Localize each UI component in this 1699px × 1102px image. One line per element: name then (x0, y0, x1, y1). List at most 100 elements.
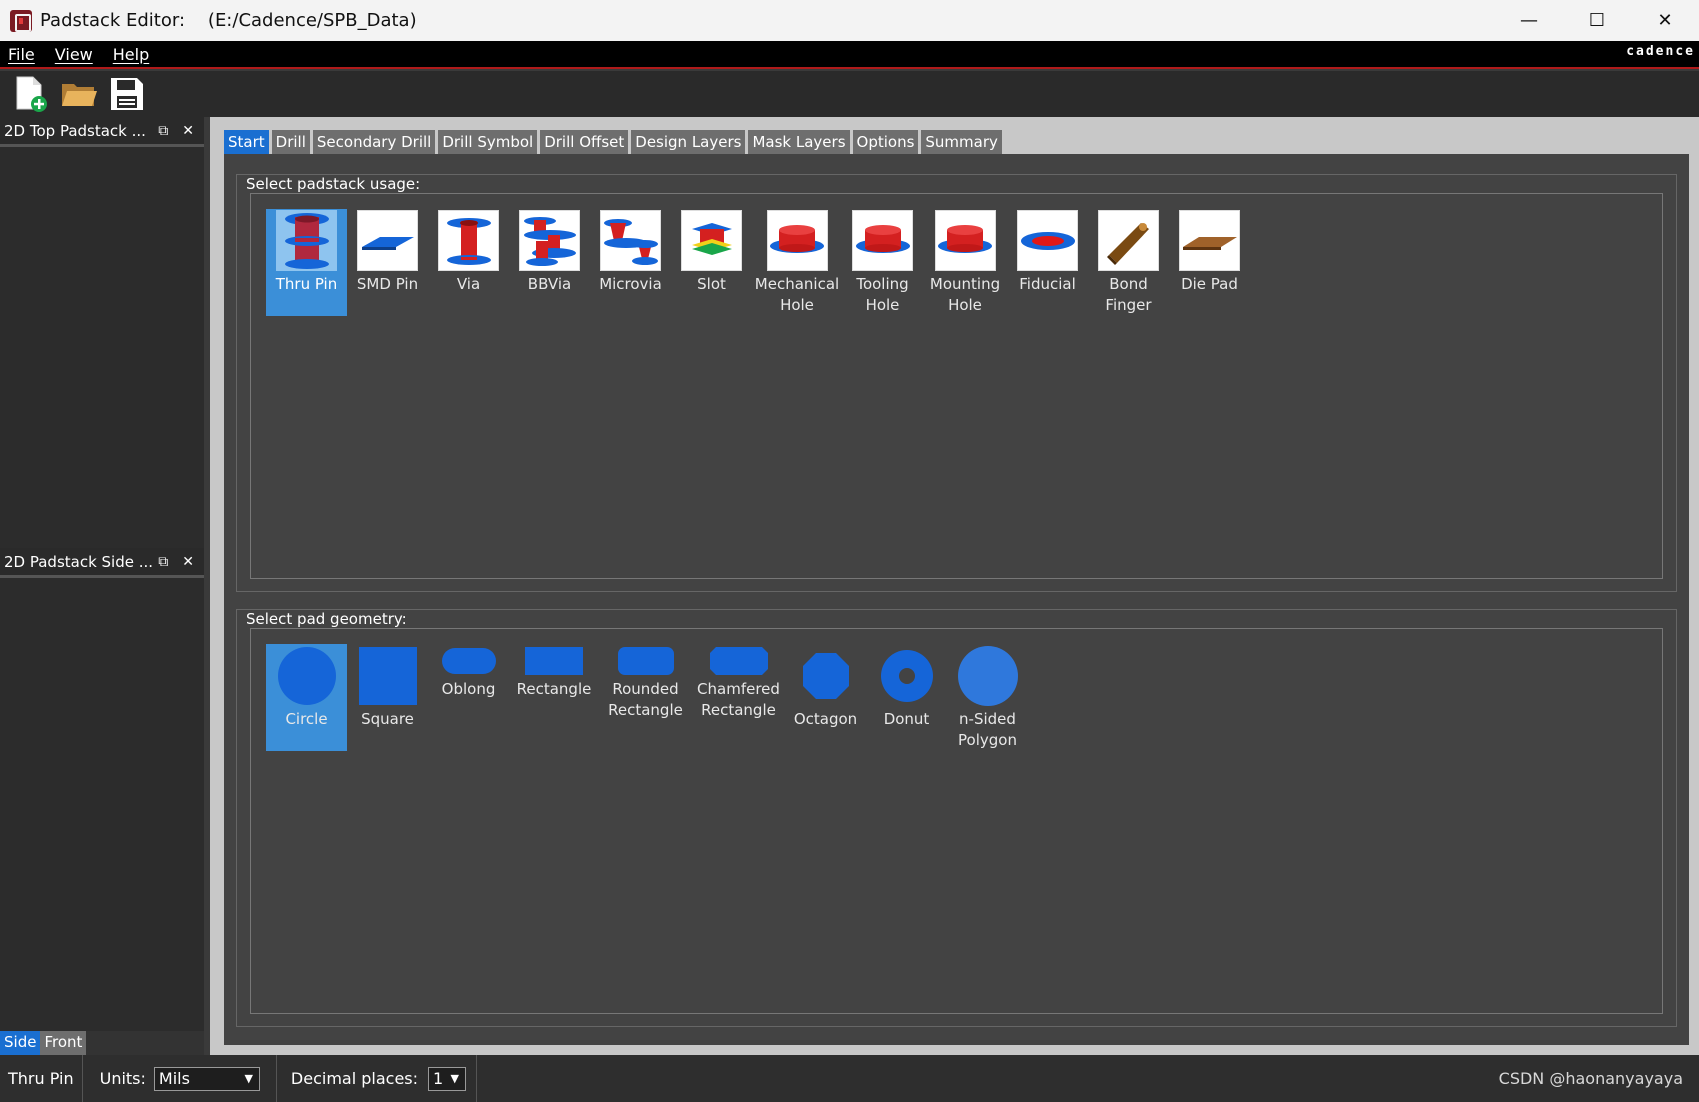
tab-options[interactable]: Options (852, 130, 919, 154)
tooling-hole-icon (855, 224, 910, 253)
padstack-usage-group: Select padstack usage: Thru Pin SMD Pin … (236, 174, 1677, 592)
window-title: Padstack Editor: (E:/Cadence/SPB_Data) (40, 10, 417, 31)
tab-mask-layers[interactable]: Mask Layers (748, 130, 850, 154)
geometry-donut[interactable]: Donut (866, 644, 947, 751)
circle-icon (277, 647, 336, 705)
usage-group-label: Select padstack usage: (246, 175, 421, 193)
view-tabs: Side Front (0, 1031, 204, 1055)
usage-via[interactable]: Via (428, 209, 509, 316)
geometry-label: n-Sided Polygon (958, 710, 1017, 749)
left-dock: 2D Top Padstack ... ⧉ ✕ 2D Padstack Side… (0, 117, 204, 1055)
geometry-label: Circle (285, 710, 328, 728)
close-window-button[interactable]: ✕ (1631, 0, 1699, 41)
close-panel-icon[interactable]: ✕ (182, 554, 194, 570)
square-icon (358, 647, 417, 705)
units-value: Mils (158, 1069, 190, 1088)
decimal-places-value: 1 (433, 1069, 444, 1088)
float-panel-icon[interactable]: ⧉ (158, 554, 168, 570)
usage-thru-pin[interactable]: Thru Pin (266, 209, 347, 316)
usage-slot[interactable]: Slot (671, 209, 752, 316)
top-padstack-panel-header: 2D Top Padstack ... ⧉ ✕ (0, 117, 204, 147)
geometry-rounded-rectangle[interactable]: Rounded Rectangle (599, 644, 692, 751)
geometry-oblong[interactable]: Oblong (428, 644, 509, 751)
usage-label: Microvia (599, 275, 662, 293)
usage-mounting-hole[interactable]: Mounting Hole (923, 209, 1007, 316)
usage-fiducial[interactable]: Fiducial (1007, 209, 1088, 316)
usage-label: Via (456, 275, 481, 293)
folder-open-icon (62, 84, 97, 106)
start-tab-pane: Select padstack usage: Thru Pin SMD Pin … (224, 154, 1689, 1045)
geometry-chamfered-rectangle[interactable]: Chamfered Rectangle (692, 644, 785, 751)
save-icon (111, 78, 143, 110)
mounting-hole-icon (938, 224, 992, 253)
new-file-icon (16, 76, 47, 112)
usage-mechanical-hole[interactable]: Mechanical Hole (752, 209, 842, 316)
menu-help[interactable]: Help (113, 45, 149, 64)
app-icon (10, 9, 32, 32)
usage-tooling-hole[interactable]: Tooling Hole (842, 209, 923, 316)
rounded-rectangle-icon (617, 647, 674, 675)
tab-side[interactable]: Side (0, 1031, 41, 1055)
chevron-down-icon: ▼ (450, 1072, 460, 1085)
pad-geometry-group: Select pad geometry: Circle Square Oblon… (236, 609, 1677, 1027)
tab-secondary-drill[interactable]: Secondary Drill (312, 130, 436, 154)
usage-label: Mounting Hole (929, 275, 1001, 314)
usage-label: SMD Pin (356, 275, 419, 293)
watermark: CSDN @haonanyayaya (1498, 1069, 1683, 1088)
tab-design-layers[interactable]: Design Layers (631, 130, 746, 154)
status-bar: Thru Pin Units: Mils ▼ Decimal places: 1… (0, 1055, 1699, 1102)
usage-bbvia[interactable]: BBVia (509, 209, 590, 316)
geometry-label: Rounded Rectangle (608, 680, 683, 719)
tab-drill[interactable]: Drill (271, 130, 310, 154)
maximize-button[interactable]: ☐ (1563, 0, 1631, 41)
usage-label: BBVia (527, 275, 572, 293)
microvia-icon (603, 218, 658, 265)
mechanical-hole-icon (770, 224, 824, 253)
status-divider (476, 1055, 478, 1102)
geometry-rectangle[interactable]: Rectangle (509, 644, 599, 751)
geometry-group-label: Select pad geometry: (246, 610, 407, 628)
usage-microvia[interactable]: Microvia (590, 209, 671, 316)
usage-options: Thru Pin SMD Pin Via BBVia Microvia Slot… (250, 193, 1663, 579)
close-panel-icon[interactable]: ✕ (182, 123, 194, 139)
tab-start[interactable]: Start (224, 130, 269, 154)
tab-drill-symbol[interactable]: Drill Symbol (438, 130, 538, 154)
geometry-square[interactable]: Square (347, 644, 428, 751)
geometry-options: Circle Square Oblong Rectangle Rounded R… (250, 628, 1663, 1014)
usage-smd-pin[interactable]: SMD Pin (347, 209, 428, 316)
top-padstack-view (0, 147, 204, 548)
geometry-n-sided-polygon[interactable]: n-Sided Polygon (947, 644, 1028, 751)
units-label: Units: (99, 1069, 146, 1088)
status-usage: Thru Pin (8, 1069, 74, 1088)
fiducial-icon (1020, 231, 1075, 250)
tab-summary[interactable]: Summary (921, 130, 1002, 154)
geometry-octagon[interactable]: Octagon (785, 644, 866, 751)
tab-bar: Start Drill Secondary Drill Drill Symbol… (224, 130, 1002, 154)
tab-drill-offset[interactable]: Drill Offset (540, 130, 629, 154)
usage-label: Mechanical Hole (754, 275, 840, 314)
usage-die-pad[interactable]: Die Pad (1169, 209, 1250, 316)
usage-label: Thru Pin (275, 275, 338, 293)
decimal-places-select[interactable]: 1 ▼ (428, 1066, 467, 1091)
menu-view[interactable]: View (55, 45, 93, 64)
save-button[interactable] (108, 75, 146, 113)
open-button[interactable] (60, 75, 98, 113)
main-area: Start Drill Secondary Drill Drill Symbol… (210, 117, 1699, 1055)
geometry-circle[interactable]: Circle (266, 644, 347, 751)
via-icon (446, 217, 491, 265)
usage-bond-finger[interactable]: Bond Finger (1088, 209, 1169, 316)
usage-label: Tooling Hole (856, 275, 909, 314)
geometry-label: Rectangle (516, 680, 592, 698)
decimal-places-label: Decimal places: (290, 1069, 419, 1088)
float-panel-icon[interactable]: ⧉ (158, 123, 168, 139)
minimize-button[interactable]: — (1495, 0, 1563, 41)
new-file-button[interactable] (12, 75, 50, 113)
octagon-icon (802, 653, 849, 699)
tab-front[interactable]: Front (40, 1031, 87, 1055)
cadence-logo: cadence (1626, 44, 1695, 59)
geometry-label: Oblong (441, 680, 496, 698)
units-select[interactable]: Mils ▼ (153, 1066, 260, 1091)
menu-file[interactable]: File (8, 45, 35, 64)
usage-label: Slot (697, 275, 726, 293)
side-panel-title: 2D Padstack Side ... (4, 552, 154, 571)
